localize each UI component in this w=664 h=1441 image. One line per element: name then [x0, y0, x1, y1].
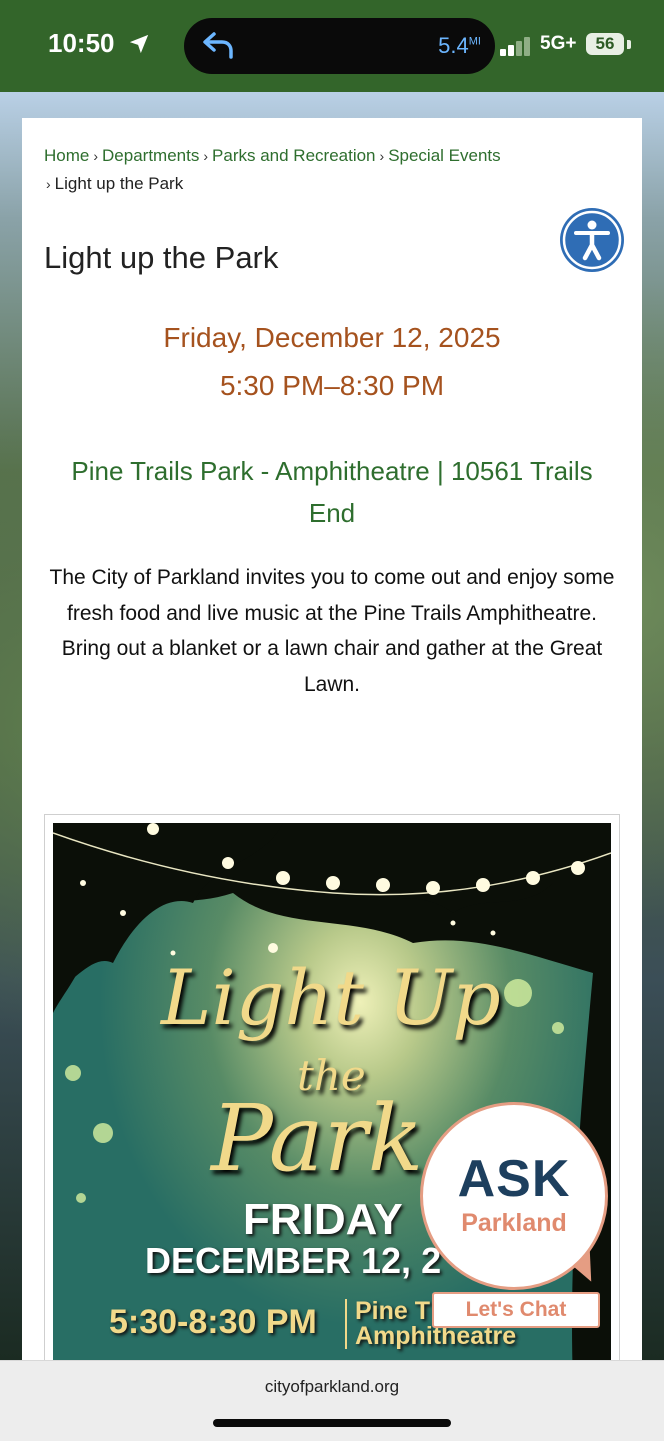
- location-arrow-icon: [129, 34, 149, 54]
- chat-widget-subtitle: Parkland: [461, 1209, 567, 1237]
- page-title: Light up the Park: [44, 240, 279, 275]
- poster-day: FRIDAY: [243, 1195, 403, 1244]
- network-speed: 5.4MI: [438, 33, 481, 59]
- lets-chat-button[interactable]: Let's Chat: [432, 1292, 600, 1328]
- chat-widget-title: ASK: [457, 1150, 571, 1208]
- breadcrumb-parks-and-recreation[interactable]: Parks and Recreation: [212, 146, 375, 165]
- breadcrumb-current: Light up the Park: [54, 174, 184, 193]
- breadcrumb-departments[interactable]: Departments: [102, 146, 199, 165]
- poster-divider: [345, 1299, 347, 1349]
- browser-address-bar: cityofparkland.org: [0, 1360, 664, 1441]
- event-location[interactable]: Pine Trails Park - Amphitheatre | 10561 …: [62, 450, 602, 534]
- url-display[interactable]: cityofparkland.org: [0, 1377, 664, 1397]
- event-description: The City of Parkland invites you to come…: [38, 560, 626, 702]
- event-time: 5:30 PM–8:30 PM: [219, 370, 445, 401]
- network-type: 5G+: [540, 33, 577, 54]
- breadcrumb-home[interactable]: Home: [44, 146, 89, 165]
- poster-script-light-up: Light Up: [161, 953, 501, 1042]
- back-arrow-icon[interactable]: [200, 30, 236, 62]
- ask-parkland-chat-widget[interactable]: ASK Parkland: [420, 1102, 608, 1290]
- breadcrumb-special-events[interactable]: Special Events: [388, 146, 500, 165]
- dynamic-island[interactable]: 5.4MI: [184, 18, 495, 74]
- poster-date: DECEMBER 12, 2: [145, 1240, 442, 1281]
- accessibility-button[interactable]: [560, 208, 624, 272]
- home-indicator[interactable]: [213, 1419, 451, 1427]
- battery-tip: [627, 40, 631, 49]
- breadcrumb-separator: ›: [379, 148, 385, 164]
- breadcrumb-separator: ›: [93, 148, 99, 164]
- poster-script-park: Park: [211, 1085, 424, 1192]
- accessibility-icon: [562, 210, 622, 270]
- status-time: 10:50: [48, 28, 115, 58]
- speed-value: 5.4: [438, 33, 469, 58]
- speed-unit: MI: [468, 35, 481, 48]
- description-paragraph-1: The City of Parkland invites you to come…: [49, 566, 615, 625]
- poster-time: 5:30-8:30 PM: [109, 1303, 317, 1341]
- event-date: Friday, December 12, 2025: [163, 322, 501, 353]
- description-paragraph-2: Bring out a blanket or a lawn chair and …: [61, 637, 603, 696]
- breadcrumb-separator: ›: [203, 148, 209, 164]
- battery-icon: 56: [586, 33, 624, 55]
- breadcrumb: Home › Departments › Parks and Recreation › Sp…: [44, 142, 604, 198]
- status-bar: 10:50 5.4MI 5G+ 56: [0, 0, 664, 92]
- signal-bars-icon: [500, 36, 534, 56]
- breadcrumb-separator: ›: [46, 176, 51, 192]
